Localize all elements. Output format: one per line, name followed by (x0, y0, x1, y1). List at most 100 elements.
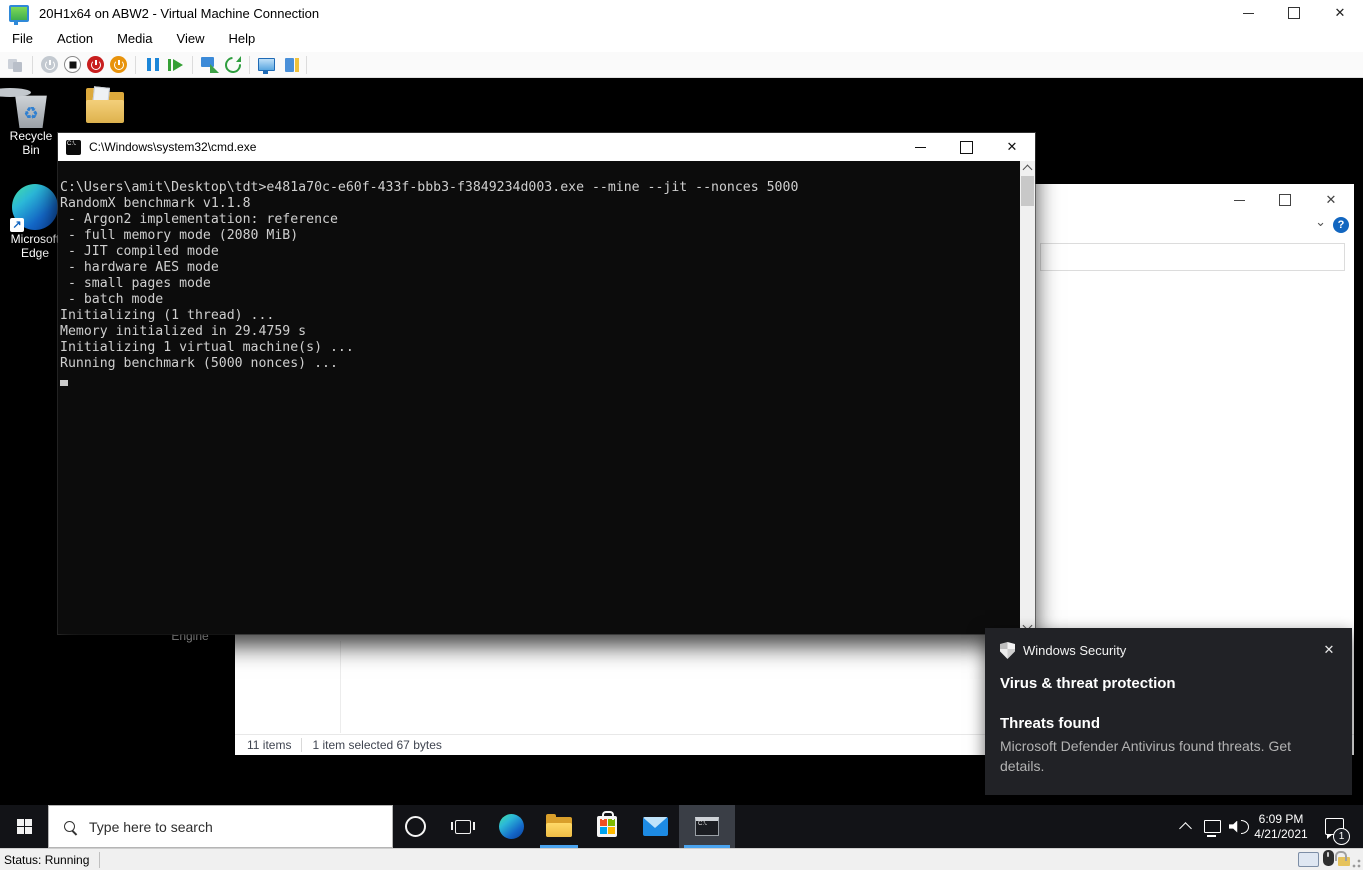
tray-clock[interactable]: 6:09 PM 4/21/2021 (1250, 805, 1312, 848)
checkpoint-icon[interactable] (200, 55, 219, 74)
cortana-button[interactable] (391, 805, 439, 848)
keyboard-status-icon (1298, 852, 1319, 867)
minimize-icon (915, 147, 926, 148)
vm-status-text: Status: Running (4, 853, 89, 867)
cmd-close-button[interactable]: ✕ (989, 133, 1035, 161)
desktop-icon-recycle-bin[interactable]: ♻ Recycle Bin (0, 84, 62, 157)
display-icon (258, 58, 275, 71)
toolbar-separator (192, 56, 193, 74)
explorer-pane-divider (340, 641, 341, 733)
cmd-icon: C:\. (66, 140, 81, 155)
shut-down-vm-icon[interactable] (109, 55, 128, 74)
toolbar-separator (306, 56, 307, 74)
edge-icon: ↗ (12, 184, 58, 230)
ribbon-collapse-icon[interactable]: ⌄ (1315, 214, 1326, 230)
taskbar-cmd-button[interactable]: C:\. (679, 805, 735, 848)
scroll-thumb[interactable] (1021, 176, 1034, 206)
console-line: - hardware AES mode (60, 260, 1017, 276)
explorer-maximize-button[interactable] (1262, 188, 1308, 212)
explorer-items-count: 11 items (247, 738, 291, 752)
cmd-window-title: C:\Windows\system32\cmd.exe (89, 140, 256, 154)
vm-viewport: ♻ Recycle Bin ↗ Microsoft Edge Engine ✕ (0, 78, 1363, 848)
speaker-wave-shape (1241, 820, 1249, 834)
task-view-icon (455, 820, 471, 834)
start-button[interactable] (0, 805, 48, 848)
cmd-scrollbar[interactable] (1020, 161, 1035, 634)
menu-view[interactable]: View (165, 26, 217, 52)
taskbar-explorer-button[interactable] (535, 805, 583, 848)
explorer-close-button[interactable]: ✕ (1308, 188, 1354, 212)
cmd-window-controls: ✕ (897, 133, 1035, 161)
menu-file[interactable]: File (0, 26, 45, 52)
notification-badge: 1 (1333, 828, 1350, 845)
search-input[interactable] (87, 818, 351, 836)
explorer-window-controls: ✕ (1216, 188, 1354, 212)
vm-maximize-button[interactable] (1271, 0, 1317, 26)
taskbar-store-button[interactable] (583, 805, 631, 848)
task-view-button[interactable] (439, 805, 487, 848)
taskbar-search[interactable] (48, 805, 393, 848)
console-line: C:\Users\amit\Desktop\tdt>e481a70c-e60f-… (60, 180, 1017, 196)
taskbar-edge-button[interactable] (487, 805, 535, 848)
desktop-icon-folder[interactable] (86, 86, 126, 130)
clock-time: 6:09 PM (1259, 812, 1304, 827)
recycle-bin-icon: ♻ (13, 92, 49, 128)
ctrl-alt-del-icon[interactable] (6, 55, 25, 74)
cmd-icon: C:\. (695, 817, 719, 836)
scroll-up-icon[interactable] (1023, 165, 1033, 175)
microsoft-store-icon (597, 816, 617, 837)
resize-grip[interactable] (1352, 859, 1361, 868)
taskbar: C:\. 6:09 PM 4/21/2021 1 (0, 805, 1363, 848)
toast-heading: Threats found (1000, 715, 1100, 732)
menu-action[interactable]: Action (45, 26, 105, 52)
turn-off-vm-icon[interactable] (86, 55, 105, 74)
explorer-search-box[interactable] (1040, 243, 1345, 271)
explorer-minimize-button[interactable] (1216, 188, 1262, 212)
statusbar-separator (99, 852, 100, 868)
stop-vm-icon[interactable] (63, 55, 82, 74)
vm-minimize-button[interactable] (1225, 0, 1271, 26)
tray-volume-button[interactable] (1226, 805, 1252, 848)
resume-vm-icon[interactable] (166, 55, 185, 74)
maximize-icon (960, 141, 973, 154)
play-triangle-icon (173, 59, 183, 71)
taskbar-mail-button[interactable] (631, 805, 679, 848)
mouse-status-icon (1323, 850, 1334, 866)
revert-icon[interactable] (223, 55, 242, 74)
enhanced-session-icon[interactable] (280, 55, 299, 74)
stop-icon (64, 56, 81, 73)
toast-close-button[interactable]: ✕ (1318, 639, 1340, 661)
vm-titlebar: 20H1x64 on ABW2 - Virtual Machine Connec… (0, 0, 1363, 26)
tray-overflow-button[interactable] (1172, 805, 1198, 848)
vm-menubar: File Action Media View Help (0, 26, 1363, 52)
chevron-up-icon (1179, 822, 1192, 835)
pause-vm-icon[interactable] (143, 55, 162, 74)
tray-network-button[interactable] (1198, 805, 1226, 848)
recycle-bin-label: Recycle Bin (0, 129, 62, 157)
console-line: - batch mode (60, 292, 1017, 308)
menu-help[interactable]: Help (216, 26, 267, 52)
power-red-icon (87, 56, 104, 73)
action-center-button[interactable]: 1 (1312, 805, 1356, 848)
menu-media[interactable]: Media (105, 26, 164, 52)
cmd-minimize-button[interactable] (897, 133, 943, 161)
power-gray-icon (41, 56, 58, 73)
windows-security-shield-icon (1000, 642, 1015, 659)
console-line: Initializing (1 thread) ... (60, 308, 1017, 324)
mail-icon (643, 817, 668, 836)
basic-session-icon[interactable] (257, 55, 276, 74)
desktop-icon-edge[interactable]: ↗ Microsoft Edge (4, 184, 66, 260)
explorer-help-button[interactable]: ? (1333, 217, 1349, 233)
start-vm-icon[interactable] (40, 55, 59, 74)
cmd-maximize-button[interactable] (943, 133, 989, 161)
pause-bar (147, 58, 151, 71)
file-explorer-icon (546, 817, 572, 837)
windows-security-toast[interactable]: Windows Security ✕ Virus & threat protec… (985, 628, 1352, 795)
cmd-titlebar[interactable]: C:\. C:\Windows\system32\cmd.exe ✕ (58, 133, 1035, 161)
clock-date: 4/21/2021 (1254, 827, 1307, 842)
vm-close-button[interactable]: ✕ (1317, 0, 1363, 26)
console-line: Running benchmark (5000 nonces) ... (60, 356, 1017, 372)
toast-body: Microsoft Defender Antivirus found threa… (1000, 736, 1330, 776)
vm-connection-window: 20H1x64 on ABW2 - Virtual Machine Connec… (0, 0, 1363, 870)
minimize-icon (1243, 13, 1254, 14)
